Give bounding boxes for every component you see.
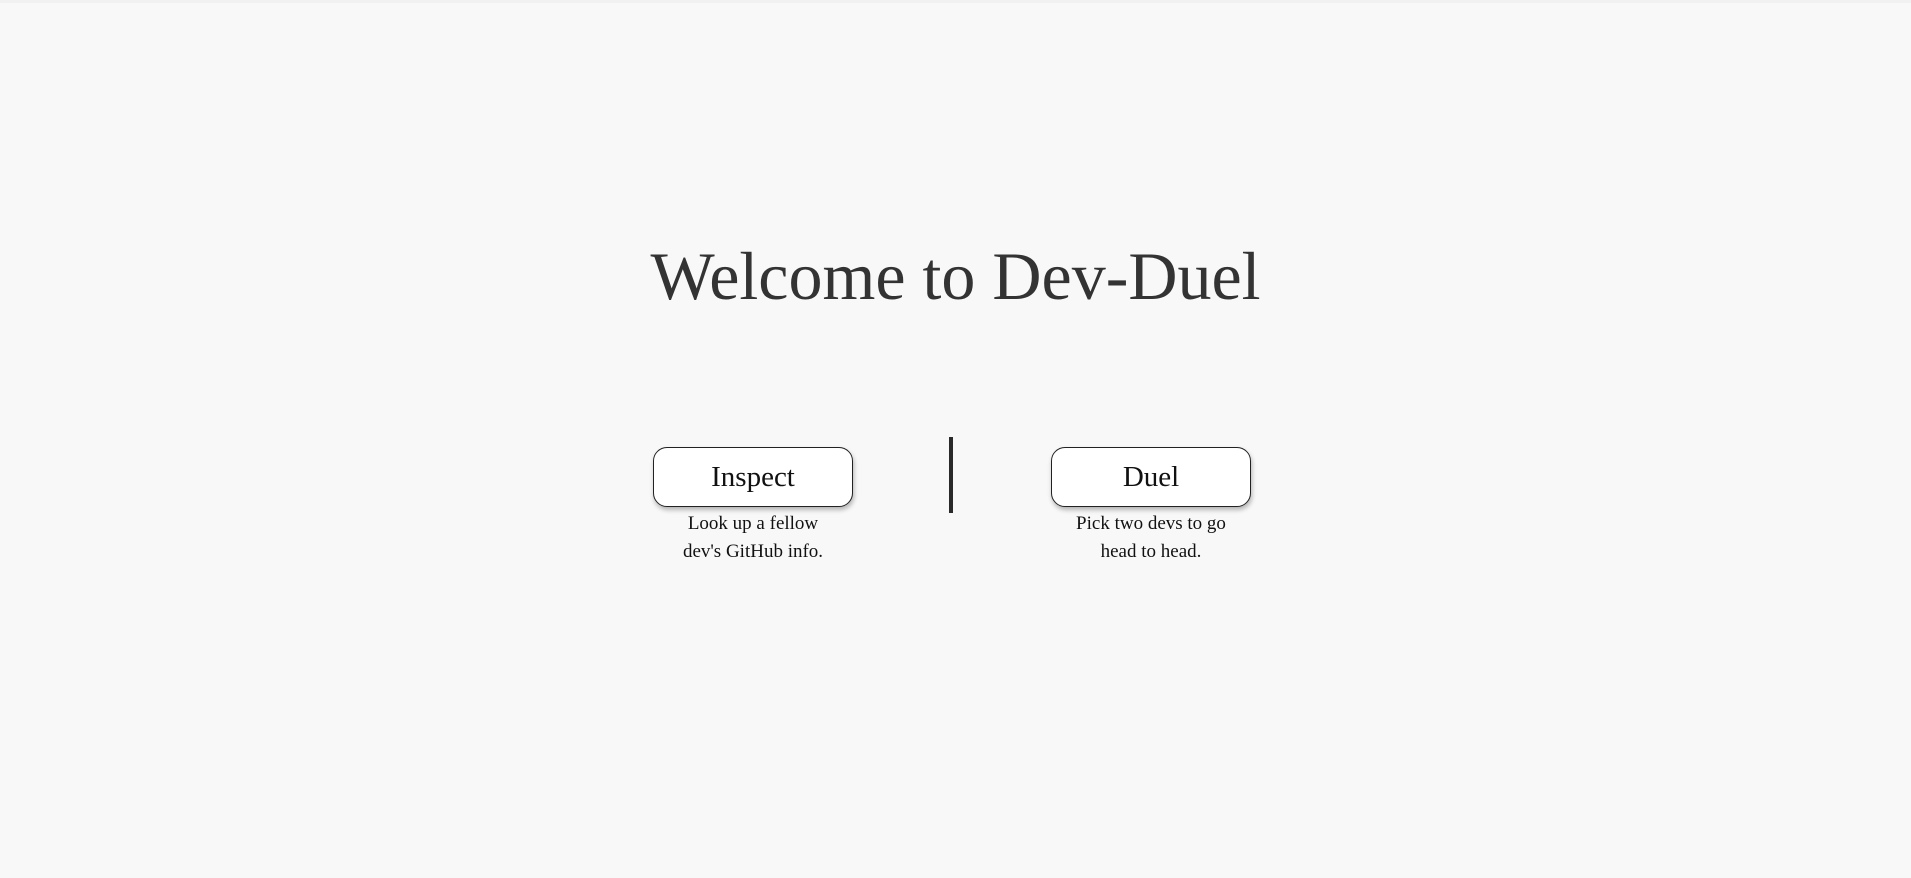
home-page: Welcome to Dev-Duel Inspect Look up a fe… (0, 0, 1911, 878)
inspect-description: Look up a fellow dev's GitHub info. (682, 513, 824, 562)
duel-button[interactable]: Duel (1051, 447, 1251, 507)
inspect-button[interactable]: Inspect (653, 447, 853, 507)
vertical-divider (949, 437, 953, 513)
duel-option: Duel Pick two devs to go head to head. (1051, 447, 1251, 566)
duel-description: Pick two devs to go head to head. (1076, 513, 1226, 562)
page-title: Welcome to Dev-Duel (650, 238, 1261, 314)
inspect-option: Inspect Look up a fellow dev's GitHub in… (653, 447, 853, 566)
